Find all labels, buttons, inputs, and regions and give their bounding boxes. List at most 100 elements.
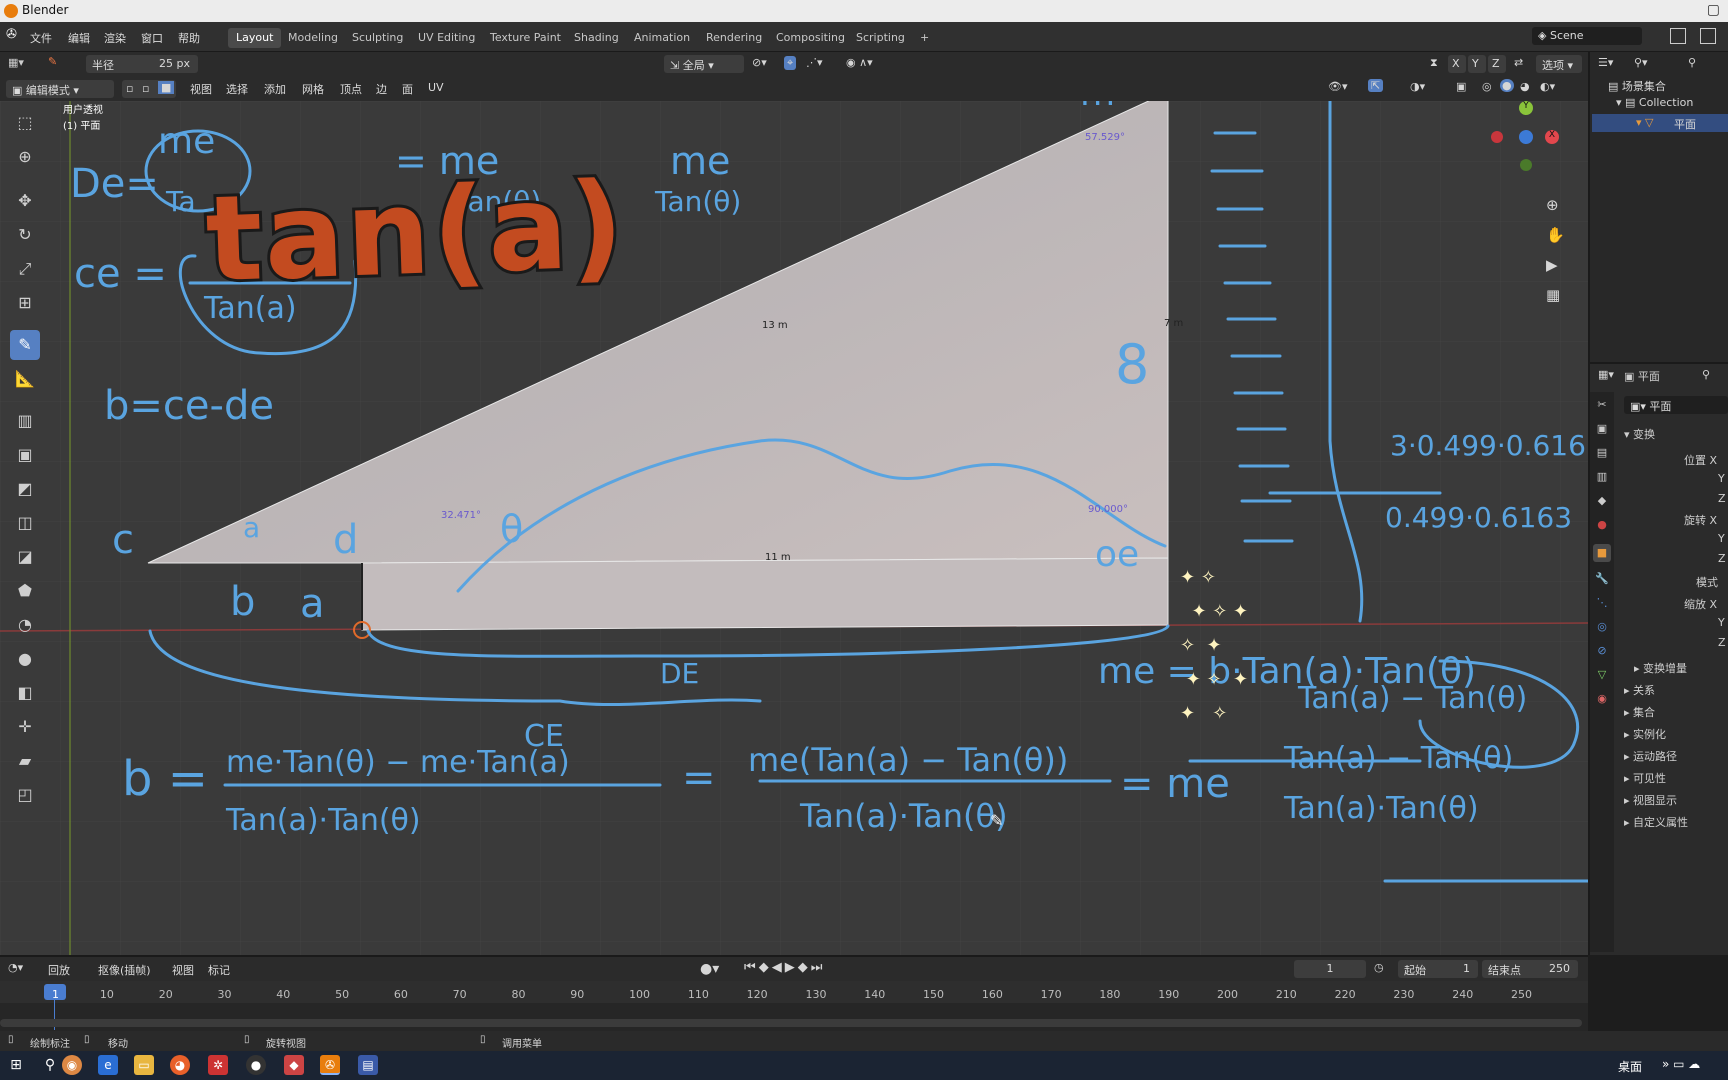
collection-row[interactable]: ▾ ▤ Collection [1616, 96, 1693, 109]
search-icon[interactable]: ⚲ [40, 1055, 60, 1075]
transform-tool-icon[interactable]: ⊞ [10, 288, 40, 318]
menu-mesh[interactable]: 网格 [302, 81, 324, 97]
material-tab-icon[interactable]: ◉ [1593, 690, 1611, 708]
app-icon-1[interactable]: ✲ [208, 1055, 228, 1075]
gizmo-y-axis[interactable]: Y [1519, 101, 1533, 115]
view-layer-icon[interactable] [1700, 28, 1716, 44]
modifier-tab-icon[interactable]: 🔧 [1593, 570, 1611, 588]
options-dropdown[interactable]: 选项 ▾ [1536, 55, 1582, 73]
edge-select-icon[interactable]: ▫ [142, 82, 149, 95]
keying-menu[interactable]: 抠像(插帧) ▾ [92, 960, 164, 991]
world-tab-icon[interactable]: ● [1593, 516, 1611, 534]
transform-orientation-dropdown[interactable]: ⇲ 全局 ▾ [664, 55, 744, 73]
face-select-icon[interactable]: ■ [158, 81, 175, 94]
preview-range-icon[interactable]: ◷ [1374, 961, 1384, 974]
custom-properties-header[interactable]: ▸ 自定义属性 [1624, 814, 1688, 830]
gizmo-toggle-icon[interactable]: ⇱ [1368, 79, 1384, 92]
play-icon[interactable]: ▶ [785, 960, 798, 975]
add-workspace-button[interactable]: + [912, 28, 937, 48]
scene-tab-icon[interactable]: ◆ [1593, 492, 1611, 510]
physics-tab-icon[interactable]: ◎ [1593, 618, 1611, 636]
timeline-view-menu[interactable]: 视图 [172, 962, 194, 978]
select-mode-buttons[interactable]: ▫ ▫ ■ [122, 80, 176, 98]
cursor-tool-icon[interactable]: ⊕ [10, 142, 40, 172]
menu-edge[interactable]: 边 [376, 81, 387, 97]
editor-type-icon[interactable]: ▦▾ [8, 56, 24, 69]
tab-texture-paint[interactable]: Texture Paint [482, 28, 569, 48]
particles-tab-icon[interactable]: ⋱ [1593, 594, 1611, 612]
bevel-tool-icon[interactable]: ◩ [10, 474, 40, 504]
menu-face[interactable]: 面 [402, 81, 413, 97]
tab-modeling[interactable]: Modeling [280, 28, 346, 48]
menu-render[interactable]: 渲染 [104, 30, 126, 46]
pan-hand-icon[interactable]: ✋ [1546, 226, 1565, 244]
windows-start-icon[interactable]: ⊞ [6, 1055, 26, 1075]
annotate-brush-icon[interactable]: ✎ [48, 55, 57, 68]
extrude-tool-icon[interactable]: ▥ [10, 406, 40, 436]
tab-compositing[interactable]: Compositing [768, 28, 853, 48]
menu-add[interactable]: 添加 [264, 81, 286, 97]
properties-search-icon[interactable]: ⚲ [1702, 368, 1710, 381]
app-icon-3[interactable]: ▤ [358, 1055, 378, 1075]
move-tool-icon[interactable]: ✥ [10, 186, 40, 216]
menu-uv[interactable]: UV [428, 81, 444, 94]
scene-collection-row[interactable]: ▤ 场景集合 [1608, 78, 1666, 94]
playback-controls[interactable]: ⏮◆◀▶◆⏭ [744, 960, 825, 975]
motion-paths-header[interactable]: ▸ 运动路径 [1624, 748, 1677, 764]
gizmo-x-axis[interactable]: X [1545, 130, 1559, 144]
rendered-shading-icon[interactable]: ◐▾ [1540, 80, 1555, 93]
shear-tool-icon[interactable]: ▰ [10, 746, 40, 776]
timeline-scrollbar[interactable] [0, 1019, 1582, 1027]
object-name-field[interactable]: ▣▾ 平面 [1624, 396, 1728, 414]
instancing-header[interactable]: ▸ 实例化 [1624, 726, 1666, 742]
smooth-tool-icon[interactable]: ● [10, 644, 40, 674]
ortho-grid-icon[interactable]: ▦ [1546, 286, 1560, 304]
outliner-editor-icon[interactable]: ☰▾ [1598, 56, 1613, 69]
menu-help[interactable]: 帮助 [178, 30, 200, 46]
properties-editor-icon[interactable]: ▦▾ [1598, 368, 1614, 381]
transform-panel-header[interactable]: ▾ 变换 [1624, 426, 1655, 442]
delta-transform-header[interactable]: ▸ 变换增量 [1634, 660, 1687, 676]
tab-shading[interactable]: Shading [566, 28, 627, 48]
auto-keying-icon[interactable]: ●▾ [700, 961, 719, 977]
scale-tool-icon[interactable]: ⤢ [10, 254, 40, 284]
blender-menu-icon[interactable]: ✇ [6, 27, 17, 42]
edge-slide-tool-icon[interactable]: ◧ [10, 678, 40, 708]
camera-view-icon[interactable]: ▶ [1546, 256, 1558, 274]
timeline-editor-icon[interactable]: ◔▾ [8, 961, 23, 974]
outliner-search-icon[interactable]: ⚲ [1688, 56, 1696, 69]
rotate-tool-icon[interactable]: ↻ [10, 220, 40, 250]
app-icon-2[interactable]: ◆ [284, 1055, 304, 1075]
tab-uv-editing[interactable]: UV Editing [410, 28, 483, 48]
timeline-marker-menu[interactable]: 标记 [208, 962, 230, 978]
snap-toggle-icon[interactable]: ⌖ [784, 56, 797, 70]
tab-rendering[interactable]: Rendering [698, 28, 770, 48]
snap-target-icon[interactable]: ⋰▾ [806, 56, 823, 69]
zoom-icon[interactable]: ⊕ [1546, 196, 1559, 214]
tool-tab-icon[interactable]: ✂ [1593, 396, 1611, 414]
jump-end-icon[interactable]: ⏭ [811, 960, 826, 975]
output-tab-icon[interactable]: ▤ [1593, 444, 1611, 462]
annotate-tool-icon[interactable]: ✎ [10, 330, 40, 360]
obs-icon[interactable]: ● [246, 1055, 266, 1075]
visibility-eye-icon[interactable]: 👁▾ [1328, 80, 1348, 93]
knife-tool-icon[interactable]: ◪ [10, 542, 40, 572]
material-shading-icon[interactable]: ◕ [1520, 80, 1530, 93]
solid-shading-icon[interactable]: ● [1500, 79, 1514, 92]
start-frame-field[interactable]: 起始 1 [1398, 960, 1478, 978]
measure-tool-icon[interactable]: 📐 [10, 364, 40, 394]
play-reverse-icon[interactable]: ◀ [772, 960, 785, 975]
tab-scripting[interactable]: Scripting [848, 28, 913, 48]
viewport-display-header[interactable]: ▸ 视图显示 [1624, 792, 1677, 808]
object-row-plane[interactable]: ▾ ▽ 平面 [1592, 114, 1728, 132]
playback-menu[interactable]: 回放 ▾ [42, 960, 82, 991]
mirror-icon[interactable]: ⧗ [1430, 56, 1438, 70]
current-frame-field[interactable]: 1 [1294, 960, 1366, 978]
loop-cut-tool-icon[interactable]: ◫ [10, 508, 40, 538]
scene-selector[interactable]: ◈ Scene [1532, 27, 1642, 45]
blender-taskbar-icon[interactable]: ✇ [320, 1055, 340, 1075]
mirror-y-toggle[interactable]: Y [1468, 55, 1486, 73]
end-frame-field[interactable]: 结束点 250 [1482, 960, 1578, 978]
xray-icon[interactable]: ▣ [1456, 80, 1466, 93]
jump-start-icon[interactable]: ⏮ [744, 960, 759, 975]
